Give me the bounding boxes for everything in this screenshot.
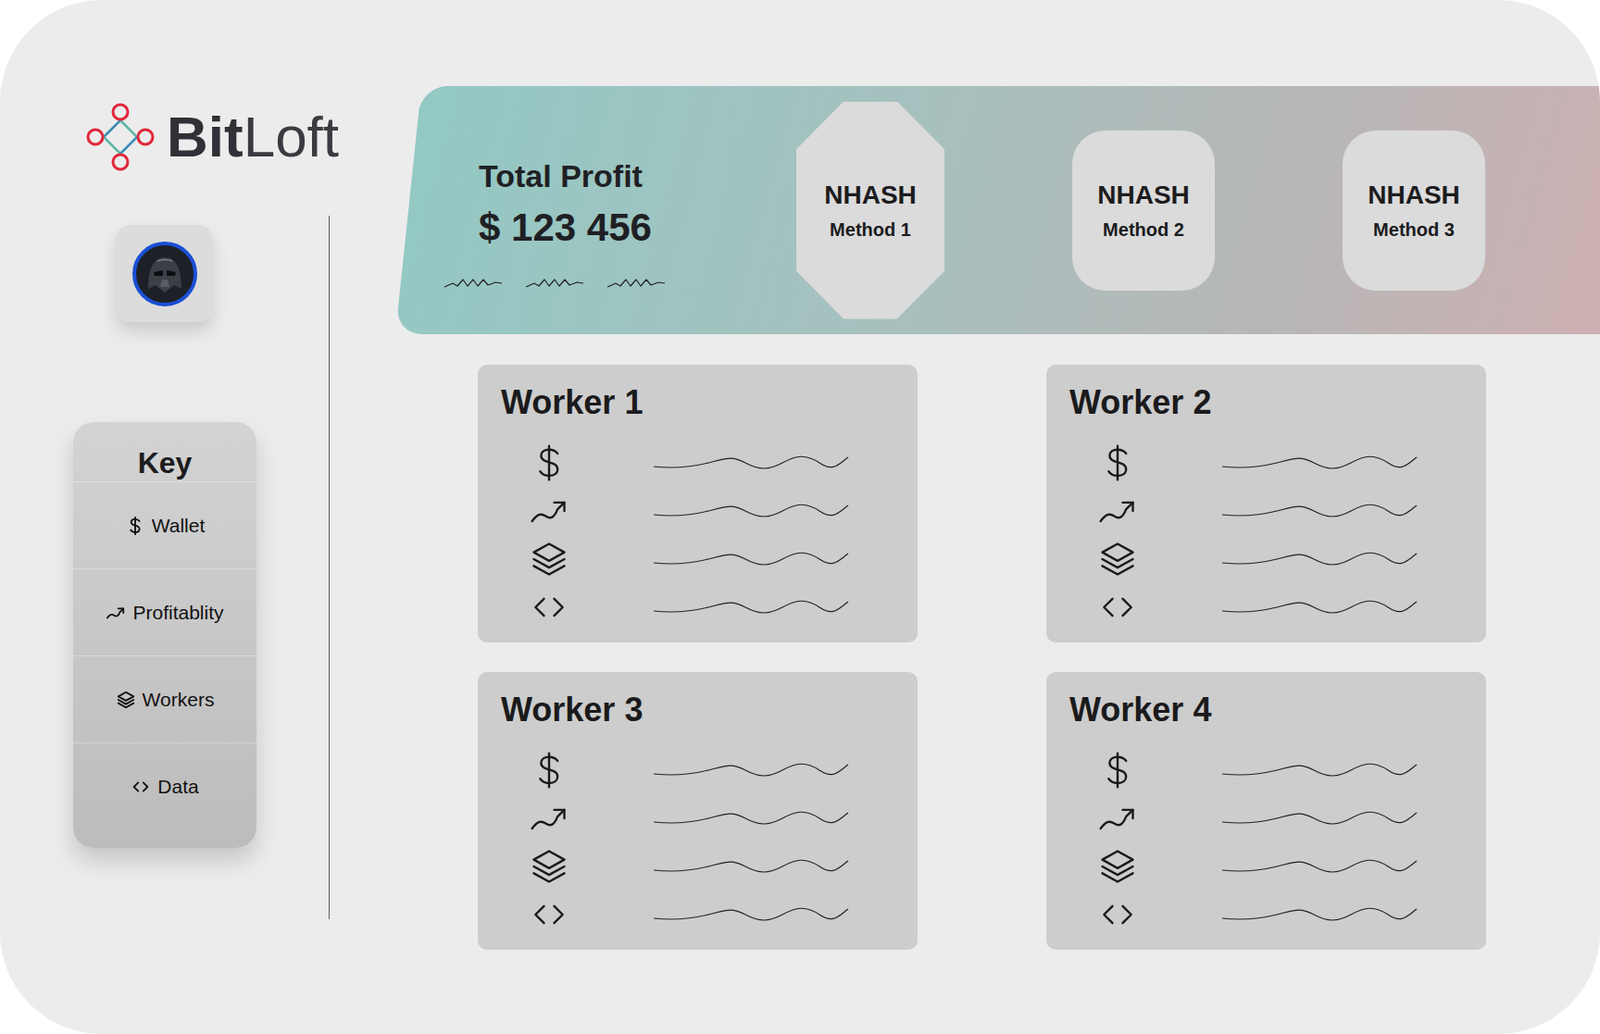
placeholder-line-icon: [1221, 807, 1418, 830]
placeholder-line-icon: [1221, 500, 1418, 523]
worker-row: [500, 890, 900, 939]
placeholder-line-icon: [652, 855, 850, 878]
placeholder-line-icon: [652, 903, 850, 926]
placeholder-line-icon: [1221, 596, 1418, 619]
total-value: $ 123 456: [478, 205, 797, 250]
sparkline-row: [443, 275, 797, 290]
code-icon: [1097, 894, 1138, 936]
key-label: Profitablity: [132, 601, 224, 625]
worker-row: [1069, 583, 1468, 632]
placeholder-line-icon: [1221, 548, 1418, 571]
worker-row: [500, 487, 900, 536]
code-icon: [528, 894, 570, 936]
main-content: Total Profit $ 123 456 NHASH Method 1 NHASH M…: [329, 0, 1600, 1034]
placeholder-line-icon: [652, 807, 850, 830]
logo-icon: [85, 101, 156, 173]
placeholder-line-icon: [652, 759, 850, 782]
worker-title: Worker 1: [500, 383, 900, 423]
avatar-card[interactable]: [115, 225, 213, 323]
layers-icon: [115, 689, 137, 711]
worker-row: [500, 794, 900, 843]
key-item[interactable]: Profitablity: [73, 568, 257, 656]
key-label: Workers: [142, 688, 215, 712]
worker-row: [500, 842, 900, 891]
layers-icon: [528, 846, 570, 888]
sidebar: BitLoftKeyWalletProfitablityWorkersData: [0, 0, 329, 1034]
placeholder-line-icon: [652, 596, 850, 619]
dashboard-page: BitLoft Key Wallet Profitablity Workers Data T…: [0, 0, 1600, 1034]
worker-row: [1069, 438, 1468, 488]
divider: [328, 215, 330, 920]
worker-row: [1069, 794, 1468, 843]
method-label: Method 1: [829, 219, 912, 241]
profit-banner: Total Profit $ 123 456 NHASH Method 1 NHASH M…: [395, 86, 1600, 335]
worker-title: Worker 3: [500, 690, 900, 730]
key-item[interactable]: Wallet: [73, 481, 257, 569]
method-label: Method 3: [1373, 219, 1455, 241]
key-panel: Key Wallet Profitablity Workers Data: [73, 422, 257, 849]
trend-icon: [1097, 798, 1138, 839]
worker-row: [1069, 746, 1468, 795]
code-icon: [130, 776, 151, 798]
code-icon: [1097, 587, 1138, 628]
dollar-icon: [1097, 442, 1138, 484]
logo[interactable]: BitLoft: [85, 101, 339, 173]
layers-icon: [1097, 846, 1138, 888]
key-item[interactable]: Data: [73, 742, 257, 830]
method-card[interactable]: NHASH Method 1: [796, 101, 945, 320]
layers-icon: [1097, 538, 1138, 580]
method-card[interactable]: NHASH Method 3: [1342, 130, 1486, 291]
worker-row: [1069, 842, 1468, 891]
placeholder-line-icon: [652, 451, 850, 475]
code-icon: [528, 587, 570, 628]
worker-row: [500, 583, 900, 632]
worker-title: Worker 4: [1069, 690, 1468, 730]
worker-card[interactable]: Worker 2: [1046, 364, 1487, 643]
worker-card[interactable]: Worker 3: [477, 672, 918, 950]
logo-text: BitLoft: [166, 108, 339, 166]
key-label: Wallet: [151, 514, 206, 538]
key-title: Key: [73, 422, 257, 482]
trend-icon: [528, 798, 570, 839]
method-name: NHASH: [1367, 180, 1461, 211]
placeholder-line-icon: [652, 500, 850, 523]
placeholder-line-icon: [1221, 759, 1418, 782]
helmet-avatar-icon: [131, 240, 199, 308]
sparkline-icon: [606, 275, 666, 290]
worker-grid: Worker 1 Worker 2 Worker 3 Worker 4: [477, 364, 1600, 950]
key-item[interactable]: Workers: [73, 655, 257, 743]
worker-row: [500, 535, 900, 584]
dollar-icon: [528, 750, 570, 791]
worker-card[interactable]: Worker 4: [1046, 672, 1487, 950]
placeholder-line-icon: [1221, 855, 1418, 878]
method-name: NHASH: [1097, 180, 1190, 211]
worker-row: [1069, 890, 1468, 939]
sparkline-icon: [525, 275, 585, 290]
dollar-icon: [528, 442, 570, 484]
layers-icon: [528, 538, 570, 580]
placeholder-line-icon: [1221, 903, 1418, 926]
method-label: Method 2: [1102, 219, 1185, 241]
app-frame: BitLoft Key Wallet Profitablity Workers Data T…: [0, 0, 1600, 1034]
total-profit: Total Profit $ 123 456: [478, 130, 797, 289]
key-label: Data: [157, 775, 199, 799]
worker-row: [500, 438, 900, 488]
worker-row: [500, 746, 900, 795]
placeholder-line-icon: [652, 548, 850, 571]
total-title: Total Profit: [478, 158, 797, 195]
dollar-icon: [1097, 750, 1138, 791]
method-card[interactable]: NHASH Method 2: [1072, 130, 1215, 291]
worker-row: [1069, 487, 1468, 536]
sparkline-icon: [443, 275, 503, 290]
trend-icon: [1097, 490, 1138, 532]
method-name: NHASH: [824, 180, 917, 211]
worker-title: Worker 2: [1069, 383, 1468, 423]
worker-row: [1069, 535, 1468, 584]
worker-card[interactable]: Worker 1: [477, 364, 918, 643]
dollar-icon: [125, 515, 146, 537]
trend-icon: [528, 490, 570, 532]
method-list: NHASH Method 1 NHASH Method 2 NHASH Method 3: [796, 101, 1486, 320]
placeholder-line-icon: [1221, 451, 1418, 475]
trend-icon: [105, 602, 126, 624]
